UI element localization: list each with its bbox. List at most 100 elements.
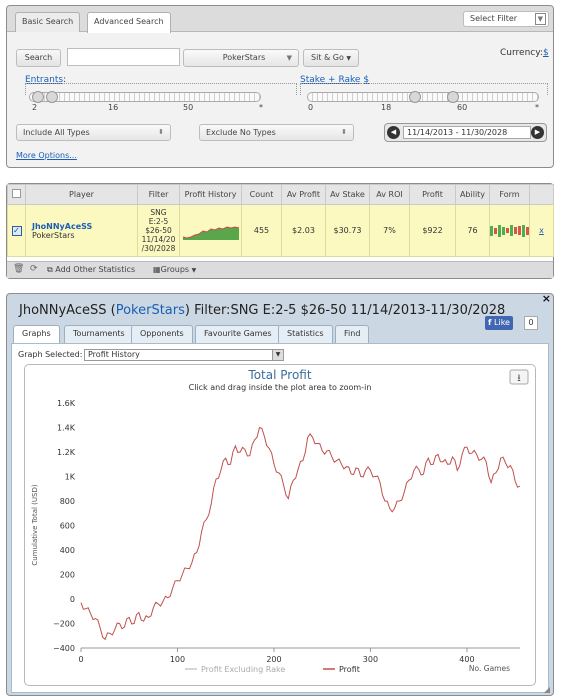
graph-selected-label: Graph Selected: [18,350,83,359]
groups-button[interactable]: ▦Groups ▼ [153,265,196,274]
form-bar [522,224,525,237]
y-tick-label: 400 [60,546,75,555]
form-bar [506,228,509,233]
like-count: 0 [524,316,538,330]
column-header[interactable]: Player [25,184,138,205]
column-header[interactable]: Av Profit [281,184,326,205]
x-tick-label: 100 [170,655,185,664]
ability-cell: 76 [455,204,490,257]
av-stake-cell: $30.73 [325,204,370,257]
game-type-label: Sit & Go [310,53,344,62]
entrants-slider[interactable] [29,91,261,103]
stake-max-handle[interactable] [447,91,459,103]
profit-history-cell[interactable] [179,204,242,257]
more-options-link[interactable]: More Options... [16,151,77,160]
trash-icon[interactable]: 🗑 [13,264,24,274]
select-all-header[interactable] [7,184,26,205]
detail-site-link[interactable]: PokerStars [116,303,185,318]
search-input[interactable] [67,48,180,66]
form-bar [490,225,493,236]
results-panel: Player Filter Profit History Count Av Pr… [6,183,554,279]
game-type-button[interactable]: Sit & Go ▼ [303,49,359,67]
row-checkbox[interactable]: ✓ [11,225,22,236]
graph-select[interactable]: Profit History ▼ [84,349,284,361]
facebook-like-button[interactable]: f Like [485,316,513,330]
next-date-icon[interactable]: ▶ [531,126,544,139]
stake-min-handle[interactable] [409,91,421,103]
filter-cell: SNG E:2-5 $26-50 11/14/20 /30/2028 [137,204,180,257]
detail-title: JhoNNyAceSS (PokerStars) Filter:SNG E:2-… [19,303,505,318]
groups-label: Groups [160,265,190,274]
column-header[interactable]: Profit [409,184,456,205]
resize-handle-icon[interactable]: ◢ [544,685,550,694]
table-row[interactable]: ✓ JhoNNyAceSS PokerStars SNG E:2-5 $26-5… [7,204,554,257]
tab-statistics[interactable]: Statistics [278,325,333,343]
add-stats-label: Add Other Statistics [55,265,136,274]
remove-row-icon[interactable]: x [539,226,544,235]
entrants-max-handle[interactable] [46,91,58,103]
add-stats-button[interactable]: ⧉ Add Other Statistics [47,265,135,275]
column-header[interactable]: Av ROI [369,184,410,205]
date-range-input[interactable]: 11/14/2013 - 11/30/2028 [403,126,531,139]
row-select-cell[interactable]: ✓ [7,204,26,257]
column-header[interactable]: Profit History [179,184,242,205]
tab-opponents[interactable]: Opponents [131,325,193,343]
detail-player-name: JhoNNyAceSS [19,303,107,318]
close-icon[interactable]: × [542,292,551,305]
tab-advanced-search[interactable]: Advanced Search [87,12,171,33]
export-button[interactable]: ⭳ [509,369,529,385]
date-range-control: ◀ 11/14/2013 - 11/30/2028 ▶ [384,123,547,142]
entrants-tick: 50 [183,103,194,112]
entrants-min-handle[interactable] [32,91,44,103]
y-tick-label: 800 [60,497,75,506]
entrants-tick: 16 [108,103,119,112]
column-header[interactable]: Ability [455,184,490,205]
entrants-tick: 2 [32,103,38,112]
profit-cell: $922 [409,204,456,257]
graph-select-value: Profit History [88,350,140,359]
filter-line: /30/2028 [141,244,176,253]
total-profit-chart[interactable]: Total Profit Click and drag inside the p… [25,365,535,685]
site-select[interactable]: PokerStars ▼ [183,49,299,67]
chevron-down-icon: ▼ [286,54,292,62]
x-axis-label: No. Games [469,664,510,673]
search-button[interactable]: Search [16,49,61,67]
column-header[interactable]: Count [241,184,282,205]
chevron-down-icon: ▼ [272,350,283,360]
legend-item-label: Profit Excluding Rake [201,665,285,674]
previous-date-icon[interactable]: ◀ [387,126,400,139]
column-header-extra [529,184,554,205]
include-types-label: Include All Types [23,128,90,137]
form-indicator [490,223,529,239]
select-filter-label: Select Filter [470,14,518,23]
filter-line: $26-50 [145,226,172,235]
select-filter-dropdown[interactable]: Select Filter ▼ [463,11,549,27]
select-all-checkbox[interactable] [12,189,21,198]
av-profit-cell: $2.03 [281,204,326,257]
include-types-select[interactable]: Include All Types ⬍ [16,124,171,141]
column-header[interactable]: Filter [137,184,180,205]
facebook-like-widget[interactable]: f Like 0 [485,316,540,331]
stake-slider[interactable] [307,91,539,103]
copy-icon: ⧉ [47,265,53,274]
exclude-types-select[interactable]: Exclude No Types ⬍ [199,124,354,141]
tab-graphs[interactable]: Graphs [13,325,60,344]
legend-item-label: Profit [339,665,360,674]
player-site: PokerStars [32,230,75,240]
filter-line: 11/14/20 [141,235,176,244]
entrants-tick: * [259,103,263,112]
tab-basic-search[interactable]: Basic Search [15,12,81,32]
table-header-row: Player Filter Profit History Count Av Pr… [7,184,554,205]
tab-tournaments[interactable]: Tournaments [64,325,134,343]
player-name-link[interactable]: JhoNNyAceSS [32,222,137,231]
x-axis: 0 100 200 300 400 [78,647,520,664]
currency-link[interactable]: $ [543,48,549,58]
column-header[interactable]: Form [489,184,530,205]
refresh-icon[interactable]: ⟳ [30,264,38,274]
tab-favourite-games[interactable]: Favourite Games [195,325,281,343]
tab-find[interactable]: Find [335,325,370,343]
advanced-search-panel: Basic Search Advanced Search Select Filt… [6,5,554,168]
form-bar [518,226,521,235]
remove-row-cell[interactable]: x [529,204,554,257]
column-header[interactable]: Av Stake [325,184,370,205]
